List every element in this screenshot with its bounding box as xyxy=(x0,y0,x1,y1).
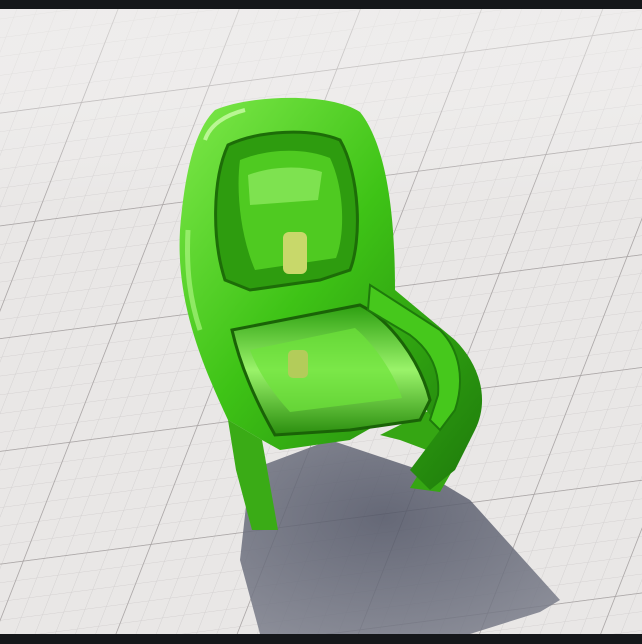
viewport-top-border xyxy=(0,0,642,9)
viewport-bottom-border xyxy=(0,634,642,644)
viewport xyxy=(0,0,642,644)
scene-render xyxy=(0,9,642,634)
back-cushion-reflection xyxy=(248,167,322,205)
seat-peg xyxy=(288,350,308,378)
back-peg xyxy=(283,232,307,274)
